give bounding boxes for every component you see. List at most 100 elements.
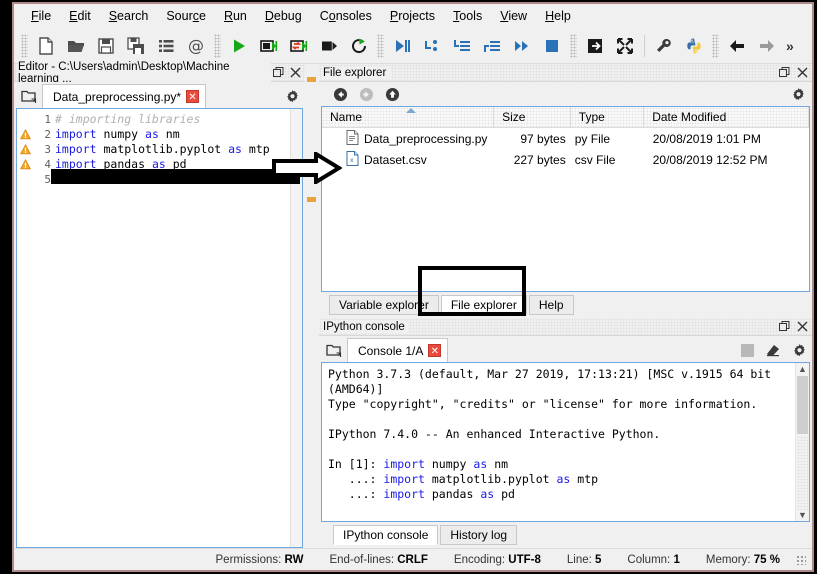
console-output-text: Python 3.7.3 (default, Mar 27 2019, 17:1… xyxy=(322,363,795,521)
splitter-handle-bottom[interactable] xyxy=(307,197,316,202)
menu-item-file[interactable]: File xyxy=(22,7,60,25)
menu-item-run[interactable]: Run xyxy=(215,7,256,25)
toolbar-grip-3[interactable] xyxy=(377,33,384,58)
console-output-area[interactable]: Python 3.7.3 (default, Mar 27 2019, 17:1… xyxy=(321,362,810,522)
menu-item-consoles[interactable]: Consoles xyxy=(311,7,381,25)
editor-tab-data-preprocessing[interactable]: Data_preprocessing.py* ✕ xyxy=(42,84,207,108)
menu-item-debug[interactable]: Debug xyxy=(256,7,311,25)
status-memory: Memory: 75 % xyxy=(705,553,780,566)
menu-item-search[interactable]: Search xyxy=(100,7,158,25)
menu-item-tools[interactable]: Tools xyxy=(444,7,491,25)
debug-step-return-icon[interactable] xyxy=(477,31,507,61)
toolbar-grip[interactable] xyxy=(21,33,28,58)
gear-icon[interactable] xyxy=(790,86,806,102)
sort-ascending-icon xyxy=(406,108,416,113)
debug-step-over-icon[interactable] xyxy=(417,31,447,61)
column-header-type[interactable]: Type xyxy=(571,107,645,127)
tab-variable-explorer[interactable]: Variable explorer xyxy=(329,295,439,315)
toolbar-overflow-button[interactable]: » xyxy=(786,38,794,54)
new-file-icon[interactable] xyxy=(31,31,61,61)
console-vertical-scrollbar[interactable]: ▲ ▼ xyxy=(795,363,809,521)
scroll-up-icon[interactable]: ▲ xyxy=(798,364,807,374)
maximize-pane-icon[interactable] xyxy=(580,31,610,61)
close-icon[interactable] xyxy=(288,65,303,81)
svg-text:x: x xyxy=(350,157,354,164)
table-row[interactable]: Data_preprocessing.py 97 bytes py File 20/0… xyxy=(322,128,809,149)
back-icon[interactable] xyxy=(327,83,353,105)
table-row[interactable]: x Dataset.csv 227 bytes csv File 20/08/2019 … xyxy=(322,149,809,170)
tab-file-explorer[interactable]: File explorer xyxy=(440,295,527,315)
forward-icon[interactable] xyxy=(353,83,379,105)
code-editor[interactable]: 1 2 3 4 5 # importing libraries import numpy … xyxy=(16,108,303,548)
run-selection-icon[interactable] xyxy=(314,31,344,61)
close-icon[interactable] xyxy=(794,319,810,335)
line-number: 2 xyxy=(44,128,51,141)
toolbar-grip-5[interactable] xyxy=(712,33,719,58)
save-all-icon[interactable] xyxy=(121,31,151,61)
toolbar-grip-2[interactable] xyxy=(214,33,221,58)
parent-dir-icon[interactable] xyxy=(379,83,405,105)
file-list[interactable]: Name Size Type Date Modified Data_preproces… xyxy=(321,106,810,292)
column-header-date-modified[interactable]: Date Modified xyxy=(644,107,809,127)
gear-icon[interactable] xyxy=(786,338,812,362)
csv-file-icon: x xyxy=(346,150,359,169)
file-switcher-icon[interactable] xyxy=(151,31,181,61)
console-options-icon[interactable] xyxy=(734,338,760,362)
console-titlebar: IPython console xyxy=(319,318,812,336)
line-number: 3 xyxy=(44,143,51,156)
debug-step-into-icon[interactable] xyxy=(447,31,477,61)
menu-item-help[interactable]: Help xyxy=(536,7,580,25)
open-file-icon[interactable] xyxy=(61,31,91,61)
close-icon[interactable]: ✕ xyxy=(186,90,200,103)
close-icon[interactable]: ✕ xyxy=(428,344,442,357)
clear-console-icon[interactable] xyxy=(760,338,786,362)
forward-icon[interactable] xyxy=(752,31,782,61)
run-cell-icon[interactable] xyxy=(254,31,284,61)
scroll-down-icon[interactable]: ▼ xyxy=(798,510,807,520)
debug-stop-icon[interactable] xyxy=(537,31,567,61)
code-lines[interactable]: # importing libraries import numpy as nm i… xyxy=(51,109,300,547)
menu-item-view[interactable]: View xyxy=(491,7,536,25)
window-frame: File Edit Search Source Run Debug Consoles Proj… xyxy=(12,2,814,572)
warning-gutter xyxy=(17,109,33,547)
menu-item-edit[interactable]: Edit xyxy=(60,7,100,25)
run-cell-advance-icon[interactable] xyxy=(284,31,314,61)
undock-icon[interactable] xyxy=(271,65,286,81)
console-tab-console-1a[interactable]: Console 1/A ✕ xyxy=(347,338,449,362)
menu-item-source[interactable]: Source xyxy=(157,7,215,25)
editor-pane-title: Editor - C:\Users\admin\Desktop\Machine … xyxy=(18,60,272,85)
debug-continue-icon[interactable] xyxy=(507,31,537,61)
undock-icon[interactable] xyxy=(776,65,792,81)
scrollbar-track[interactable] xyxy=(797,436,808,510)
browse-tabs-icon[interactable] xyxy=(321,338,347,362)
pythonpath-icon[interactable] xyxy=(679,31,709,61)
column-header-size[interactable]: Size xyxy=(494,107,571,127)
splitter-handle-top[interactable] xyxy=(307,77,316,82)
back-icon[interactable] xyxy=(722,31,752,61)
scrollbar-thumb[interactable] xyxy=(797,376,808,434)
gutter-blank xyxy=(17,172,33,187)
console-bottom-tabbar: IPython console History log xyxy=(319,522,812,548)
vertical-splitter[interactable] xyxy=(305,64,319,548)
find-symbol-icon[interactable]: @ xyxy=(181,31,211,61)
close-icon[interactable] xyxy=(794,65,810,81)
file-list-body[interactable]: Data_preprocessing.py 97 bytes py File 20/0… xyxy=(322,128,809,170)
toolbar-grip-4[interactable] xyxy=(570,33,577,58)
tab-help[interactable]: Help xyxy=(528,295,574,315)
file-explorer-toolbar xyxy=(319,82,812,106)
preferences-icon[interactable] xyxy=(649,31,679,61)
gear-icon[interactable] xyxy=(279,84,305,108)
browse-tabs-icon[interactable] xyxy=(16,84,42,108)
fullscreen-icon[interactable] xyxy=(610,31,640,61)
tab-ipython-console[interactable]: IPython console xyxy=(333,525,439,545)
rerun-icon[interactable] xyxy=(344,31,374,61)
debug-file-icon[interactable] xyxy=(387,31,417,61)
save-file-icon[interactable] xyxy=(91,31,121,61)
undock-icon[interactable] xyxy=(776,319,792,335)
menu-item-projects[interactable]: Projects xyxy=(381,7,444,25)
svg-text:@: @ xyxy=(188,36,204,55)
tab-history-log[interactable]: History log xyxy=(440,525,518,545)
resize-grip[interactable] xyxy=(796,554,806,565)
run-file-icon[interactable] xyxy=(224,31,254,61)
